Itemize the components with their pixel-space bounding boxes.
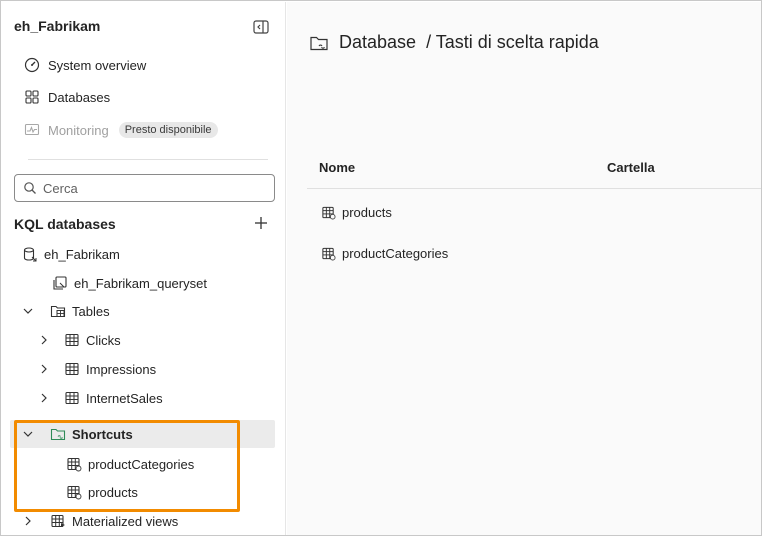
chevron-right-icon[interactable] xyxy=(36,332,52,348)
tree-label: eh_Fabrikam_queryset xyxy=(74,275,207,291)
tree-item-tables[interactable]: Tables xyxy=(10,297,275,325)
shortcut-folder-icon xyxy=(310,36,328,50)
chevron-right-icon[interactable] xyxy=(36,361,52,377)
nav-system-overview[interactable]: System overview xyxy=(24,52,146,78)
tree-item-database[interactable]: eh_Fabrikam xyxy=(10,240,275,268)
collapse-panel-icon xyxy=(253,20,269,34)
tree-label: Clicks xyxy=(86,332,121,348)
tree-item-table-clicks[interactable]: Clicks xyxy=(10,326,275,354)
table-row[interactable]: products xyxy=(307,192,761,232)
column-header-folder[interactable]: Cartella xyxy=(607,160,655,175)
nav-databases[interactable]: Databases xyxy=(24,84,110,110)
tree-label: Shortcuts xyxy=(72,426,133,442)
shortcut-table-icon xyxy=(322,247,336,260)
row-name: productCategories xyxy=(342,245,449,261)
app-window: eh_Fabrikam System overview Databases Mo… xyxy=(0,0,762,536)
shortcut-folder-icon xyxy=(50,426,66,442)
column-header-name[interactable]: Nome xyxy=(319,160,355,175)
plus-icon xyxy=(255,217,267,229)
chevron-down-icon[interactable] xyxy=(20,426,36,442)
tree-item-table-impressions[interactable]: Impressions xyxy=(10,355,275,383)
nav-label: Databases xyxy=(48,89,111,105)
tree-label: eh_Fabrikam xyxy=(44,246,120,262)
search-box[interactable] xyxy=(14,174,275,202)
row-name: products xyxy=(342,204,392,220)
breadcrumb: Database / Tasti di scelta rapida xyxy=(309,32,599,53)
tree-label: Materialized views xyxy=(72,513,179,529)
nav-monitoring: Monitoring Presto disponibile xyxy=(24,117,218,143)
tree-item-table-internetsales[interactable]: InternetSales xyxy=(10,384,275,412)
table-icon xyxy=(64,332,80,348)
tree-item-shortcut-products[interactable]: products xyxy=(10,478,275,506)
add-database-button[interactable] xyxy=(252,214,270,232)
workspace-title: eh_Fabrikam xyxy=(14,18,101,34)
tree-item-shortcut-productcategories[interactable]: productCategories xyxy=(10,450,275,478)
monitor-chart-icon xyxy=(24,123,40,136)
main-panel: Database / Tasti di scelta rapida Nome C… xyxy=(287,2,761,535)
table-icon xyxy=(64,390,80,406)
tree-label: Impressions xyxy=(86,361,157,377)
coming-soon-badge: Presto disponibile xyxy=(118,122,218,138)
nav-label: System overview xyxy=(48,57,147,73)
tree-item-materialized-views[interactable]: Materialized views xyxy=(10,507,275,535)
table-icon xyxy=(64,361,80,377)
tree-label: products xyxy=(88,484,138,500)
sidebar-divider xyxy=(28,159,268,160)
search-input[interactable] xyxy=(43,180,243,196)
chevron-down-icon[interactable] xyxy=(20,303,36,319)
tree-label: InternetSales xyxy=(86,390,163,406)
gauge-icon xyxy=(24,57,40,73)
table-row[interactable]: productCategories xyxy=(307,233,761,273)
breadcrumb-current: / Tasti di scelta rapida xyxy=(426,32,599,52)
kql-databases-header: KQL databases xyxy=(14,216,116,232)
queryset-icon xyxy=(52,275,68,291)
chevron-right-icon[interactable] xyxy=(36,390,52,406)
nav-label: Monitoring xyxy=(48,122,109,138)
tree-label: productCategories xyxy=(88,456,195,472)
tree-label: Tables xyxy=(72,303,110,319)
folder-table-icon xyxy=(50,303,66,319)
sidebar: eh_Fabrikam System overview Databases Mo… xyxy=(2,2,286,535)
materialized-view-icon xyxy=(50,513,66,529)
database-icon xyxy=(22,246,38,262)
table-header: Nome Cartella xyxy=(307,147,761,189)
shortcut-table-icon xyxy=(66,456,82,472)
tree-item-queryset[interactable]: eh_Fabrikam_queryset xyxy=(10,269,275,297)
chevron-right-icon[interactable] xyxy=(20,513,36,529)
shortcut-table-icon xyxy=(66,484,82,500)
shortcut-table-icon xyxy=(322,206,336,219)
search-icon xyxy=(24,182,36,194)
tree-item-shortcuts[interactable]: Shortcuts xyxy=(10,420,275,448)
collapse-sidebar-button[interactable] xyxy=(252,18,270,36)
grid-icon xyxy=(25,90,39,104)
breadcrumb-root[interactable]: Database xyxy=(339,32,416,53)
